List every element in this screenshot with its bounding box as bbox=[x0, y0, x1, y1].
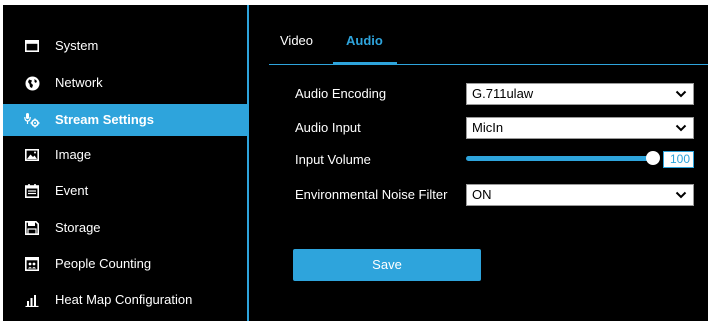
input-volume-label: Input Volume bbox=[295, 152, 371, 167]
sidebar-item-system[interactable]: System bbox=[3, 30, 247, 62]
noise-filter-select[interactable]: ON bbox=[466, 184, 694, 206]
window-icon bbox=[24, 38, 40, 54]
audio-input-select[interactable]: MicIn bbox=[466, 117, 694, 139]
sidebar: System Network Stream Settings Image Eve bbox=[3, 5, 247, 321]
audio-input-value: MicIn bbox=[472, 120, 504, 135]
settings-panel: Video Audio Audio Encoding G.711ulaw Aud… bbox=[249, 5, 708, 321]
save-button[interactable]: Save bbox=[293, 249, 481, 281]
image-icon bbox=[24, 147, 40, 163]
chevron-down-icon bbox=[675, 90, 687, 98]
sidebar-item-network[interactable]: Network bbox=[3, 67, 247, 99]
app-frame: System Network Stream Settings Image Eve bbox=[0, 0, 708, 321]
noise-filter-value: ON bbox=[472, 187, 492, 202]
sidebar-item-label: Stream Settings bbox=[55, 112, 154, 127]
input-volume-slider[interactable] bbox=[466, 156, 650, 161]
audio-encoding-label: Audio Encoding bbox=[295, 86, 387, 101]
sidebar-item-event[interactable]: Event bbox=[3, 175, 247, 207]
stream-settings-icon bbox=[24, 112, 40, 128]
bar-chart-icon bbox=[24, 292, 40, 308]
sidebar-item-storage[interactable]: Storage bbox=[3, 212, 247, 244]
audio-encoding-value: G.711ulaw bbox=[472, 86, 534, 101]
sidebar-item-label: Heat Map Configuration bbox=[55, 292, 193, 307]
tab-audio[interactable]: Audio bbox=[346, 33, 383, 49]
input-volume-slider-thumb[interactable] bbox=[646, 151, 660, 165]
people-counting-icon bbox=[24, 256, 40, 272]
audio-encoding-select[interactable]: G.711ulaw bbox=[466, 83, 694, 105]
sidebar-item-stream-settings[interactable]: Stream Settings bbox=[3, 104, 247, 136]
sidebar-item-label: People Counting bbox=[55, 256, 152, 271]
sidebar-item-label: Network bbox=[55, 75, 103, 90]
chevron-down-icon bbox=[675, 191, 687, 199]
sidebar-item-label: Image bbox=[55, 147, 92, 162]
sidebar-item-label: Storage bbox=[55, 220, 101, 235]
noise-filter-label: Environmental Noise Filter bbox=[295, 187, 448, 202]
audio-input-label: Audio Input bbox=[295, 120, 361, 135]
calendar-icon bbox=[24, 183, 40, 199]
globe-icon bbox=[24, 75, 40, 91]
save-disk-icon bbox=[24, 220, 40, 236]
sidebar-item-image[interactable]: Image bbox=[3, 139, 247, 171]
sidebar-item-people-counting[interactable]: People Counting bbox=[3, 248, 247, 280]
chevron-down-icon bbox=[675, 124, 687, 132]
input-volume-value[interactable]: 100 bbox=[663, 151, 694, 168]
sidebar-item-label: Event bbox=[55, 183, 89, 198]
sidebar-item-label: System bbox=[55, 38, 99, 53]
active-tab-indicator bbox=[333, 62, 397, 65]
sidebar-item-heat-map-configuration[interactable]: Heat Map Configuration bbox=[3, 284, 247, 316]
tab-video[interactable]: Video bbox=[280, 33, 313, 49]
